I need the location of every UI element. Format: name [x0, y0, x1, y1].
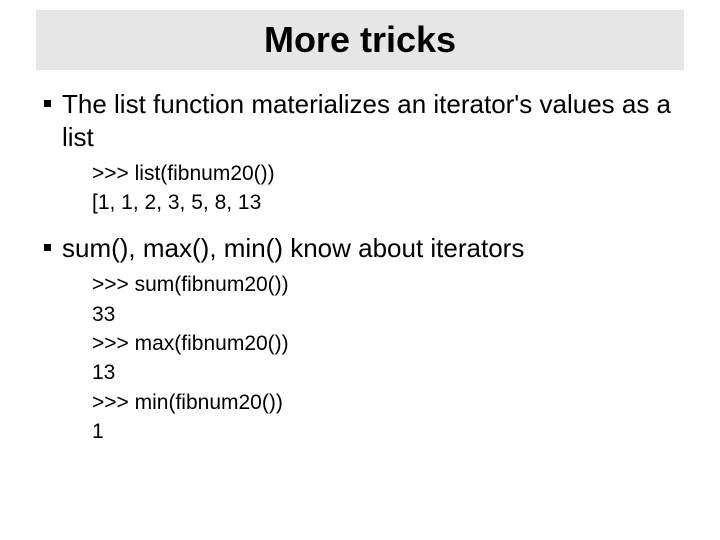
- code-line: >>> max(fibnum20()): [92, 329, 684, 358]
- code-block: >>> sum(fibnum20()) 33 >>> max(fibnum20(…: [92, 270, 684, 446]
- bullet-text: The list function materializes an iterat…: [62, 89, 671, 152]
- code-line: 33: [92, 300, 684, 329]
- code-line: >>> list(fibnum20()): [92, 159, 684, 188]
- code-line: 13: [92, 358, 684, 387]
- slide: More tricks The list function materializ…: [0, 0, 720, 540]
- bullet-text: sum(), max(), min() know about iterators: [62, 233, 524, 263]
- code-line: >>> sum(fibnum20()): [92, 270, 684, 299]
- code-line: 1: [92, 417, 684, 446]
- bullet-item: sum(), max(), min() know about iterators: [44, 232, 684, 265]
- bullet-item: The list function materializes an iterat…: [44, 88, 684, 153]
- slide-content: The list function materializes an iterat…: [44, 88, 684, 461]
- title-band: More tricks: [36, 10, 684, 70]
- slide-title: More tricks: [264, 19, 456, 61]
- code-block: >>> list(fibnum20()) [1, 1, 2, 3, 5, 8, …: [92, 159, 684, 218]
- code-line: [1, 1, 2, 3, 5, 8, 13: [92, 188, 684, 217]
- code-line: >>> min(fibnum20()): [92, 388, 684, 417]
